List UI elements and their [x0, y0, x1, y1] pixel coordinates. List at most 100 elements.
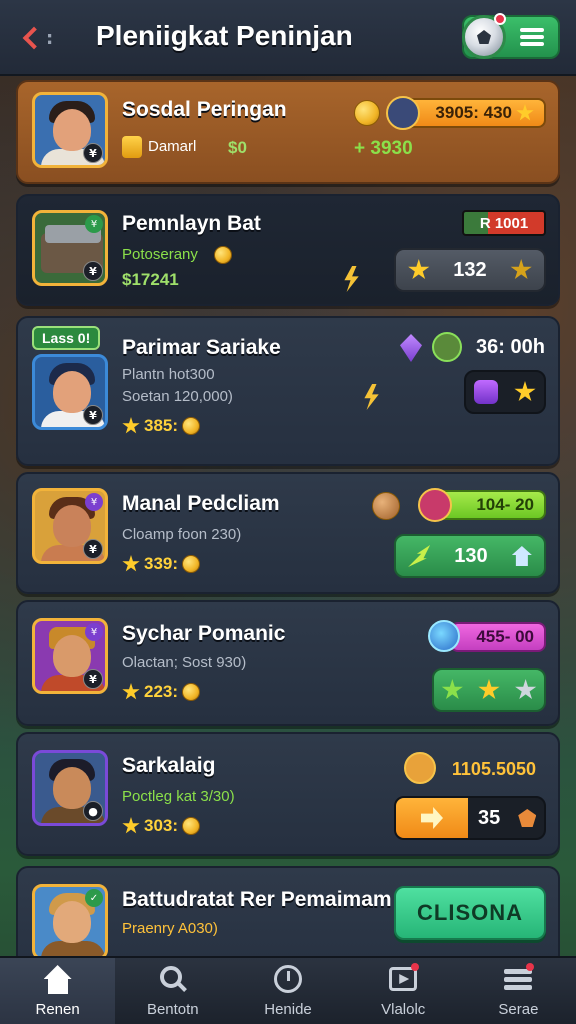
score-pill-value: 3905: 430 — [435, 103, 512, 122]
timer-text: 36: 00h — [476, 336, 545, 358]
nav-label: Renen — [35, 1001, 80, 1018]
list-item[interactable]: Lass 0! ¥ Parimar Sariake Plantn hot300 … — [16, 316, 560, 466]
star-icon — [122, 417, 140, 434]
star-icon — [516, 104, 534, 121]
hamburger-menu-icon — [520, 28, 544, 46]
chevron-left-icon — [22, 26, 46, 50]
profile-menu-button[interactable] — [462, 13, 560, 59]
avatar: ✓ — [32, 884, 108, 956]
play-button[interactable]: 35 — [394, 796, 546, 840]
claim-button[interactable]: CLISONA — [394, 886, 546, 940]
star-icon — [122, 555, 140, 572]
nav-item-history[interactable]: Henide — [230, 958, 345, 1024]
list-item[interactable]: ¥ Sosdal Peringan Damarl $0 3905: 430 + … — [16, 80, 560, 184]
star-icon — [478, 679, 500, 700]
search-icon — [157, 965, 189, 995]
avatar: ¥ — [32, 354, 108, 430]
player-name: Battudratat Rer Pemaimam — [122, 888, 392, 911]
value-text: 1105.5050 — [451, 758, 536, 779]
star-icon — [408, 259, 430, 280]
player-name: Manal Pedcliam — [122, 492, 280, 515]
rating-value: 132 — [453, 258, 487, 281]
gem-icon — [474, 380, 498, 404]
score-pill: 455- 00 — [450, 622, 546, 652]
star-icon — [441, 679, 463, 700]
avatar: ¥ ¥ — [32, 488, 108, 564]
player-sub: Olactan; Sost 930) — [122, 654, 247, 671]
gem-icon — [400, 334, 422, 362]
player-sub: Damarl — [148, 138, 197, 155]
player-name: Sosdal Peringan — [122, 98, 287, 121]
stars-button[interactable] — [432, 668, 546, 712]
player-amount: $0 — [228, 138, 247, 157]
player-score: 223: — [122, 682, 201, 702]
level-tag: Lass 0! — [32, 326, 101, 350]
avatar-mini-icon — [418, 488, 452, 522]
player-sub: Plantn hot300 — [122, 366, 215, 383]
nav-item-settings[interactable]: Serae — [461, 958, 576, 1024]
home-icon — [42, 965, 74, 995]
avatar-mini-icon — [386, 96, 420, 130]
upgrade-button[interactable]: 130 — [394, 534, 546, 578]
list-item[interactable]: ¥ ¥ Sychar Pomanic Olactan; Sost 930) 22… — [16, 600, 560, 726]
bonus-amount: + 3930 — [354, 138, 413, 159]
play-value: 35 — [478, 806, 501, 829]
nav-item-home[interactable]: Renen — [0, 958, 116, 1024]
star-icon — [122, 817, 140, 834]
coin-icon — [182, 683, 201, 701]
nav-item-video[interactable]: Vlalolc — [346, 958, 461, 1024]
list-item[interactable]: ¥ ¥ Manal Pedcliam Cloamp foon 230) 339:… — [16, 472, 560, 594]
coin-icon — [182, 817, 201, 835]
score-value: 303: — [144, 816, 179, 835]
avatar-mini-icon — [432, 332, 462, 362]
player-name: Parimar Sariake — [122, 336, 281, 359]
nav-label: Vlalolc — [381, 1001, 426, 1018]
player-sub-secondary: Soetan 120,000) — [122, 388, 233, 405]
nav-item-search[interactable]: Bentotn — [115, 958, 230, 1024]
bolt-icon — [364, 384, 379, 410]
player-amount: $17241 — [122, 270, 179, 289]
gem-button[interactable] — [464, 370, 546, 414]
nav-label: Henide — [264, 1001, 312, 1018]
nav-label: Bentotn — [146, 1001, 199, 1018]
score-value: 339: — [144, 554, 179, 573]
home-up-icon — [511, 546, 532, 566]
star-icon — [510, 259, 532, 280]
gold-bar-icon — [122, 136, 142, 158]
player-name: Pemnlayn Bat — [122, 212, 261, 235]
bottom-nav: Renen Bentotn Henide Vlalolc Serae — [0, 956, 576, 1024]
clock-icon — [272, 965, 304, 995]
star-icon — [122, 683, 140, 700]
star-icon — [514, 381, 536, 402]
player-sub: Poctleg kat 3/30) — [122, 788, 235, 805]
list-item[interactable]: ✓ Battudratat Rer Pemaimam Praenry A030)… — [16, 866, 560, 956]
rating-button[interactable]: 132 — [394, 248, 546, 292]
player-sub: Cloamp foon 230) — [122, 526, 242, 543]
top-bar: : Pleniigkat Peninjan — [0, 0, 576, 76]
score-pill: 3905: 430 — [398, 98, 546, 128]
star-icon — [515, 679, 537, 700]
bolt-icon — [344, 266, 359, 292]
play-arrow-area — [396, 798, 468, 838]
player-score: 303: — [122, 816, 201, 836]
avatar: ¥ — [32, 92, 108, 168]
back-button[interactable]: : — [18, 20, 58, 56]
coin-icon — [182, 417, 201, 435]
nav-label: Serae — [498, 1001, 539, 1018]
list-item[interactable]: ● Sarkalaig Poctleg kat 3/30) 303: 1105.… — [16, 732, 560, 856]
stack-icon — [502, 963, 535, 995]
coin-icon — [354, 100, 380, 126]
player-list: ¥ Sosdal Peringan Damarl $0 3905: 430 + … — [0, 76, 576, 956]
player-name: Sychar Pomanic — [122, 622, 286, 645]
player-sub: Potoserany — [122, 246, 198, 263]
arrow-right-icon — [421, 807, 443, 829]
video-icon — [387, 963, 420, 995]
avatar: ¥ ¥ — [32, 618, 108, 694]
rank-tag: R 1001 — [462, 210, 546, 236]
score-value: 223: — [144, 682, 179, 701]
coin-icon — [182, 555, 201, 573]
cookie-icon — [372, 492, 400, 520]
list-item[interactable]: ¥ ¥ Pemnlayn Bat Potoserany $17241 R 100… — [16, 194, 560, 306]
arrow-up-icon — [408, 545, 431, 567]
badge-icon — [518, 809, 537, 827]
